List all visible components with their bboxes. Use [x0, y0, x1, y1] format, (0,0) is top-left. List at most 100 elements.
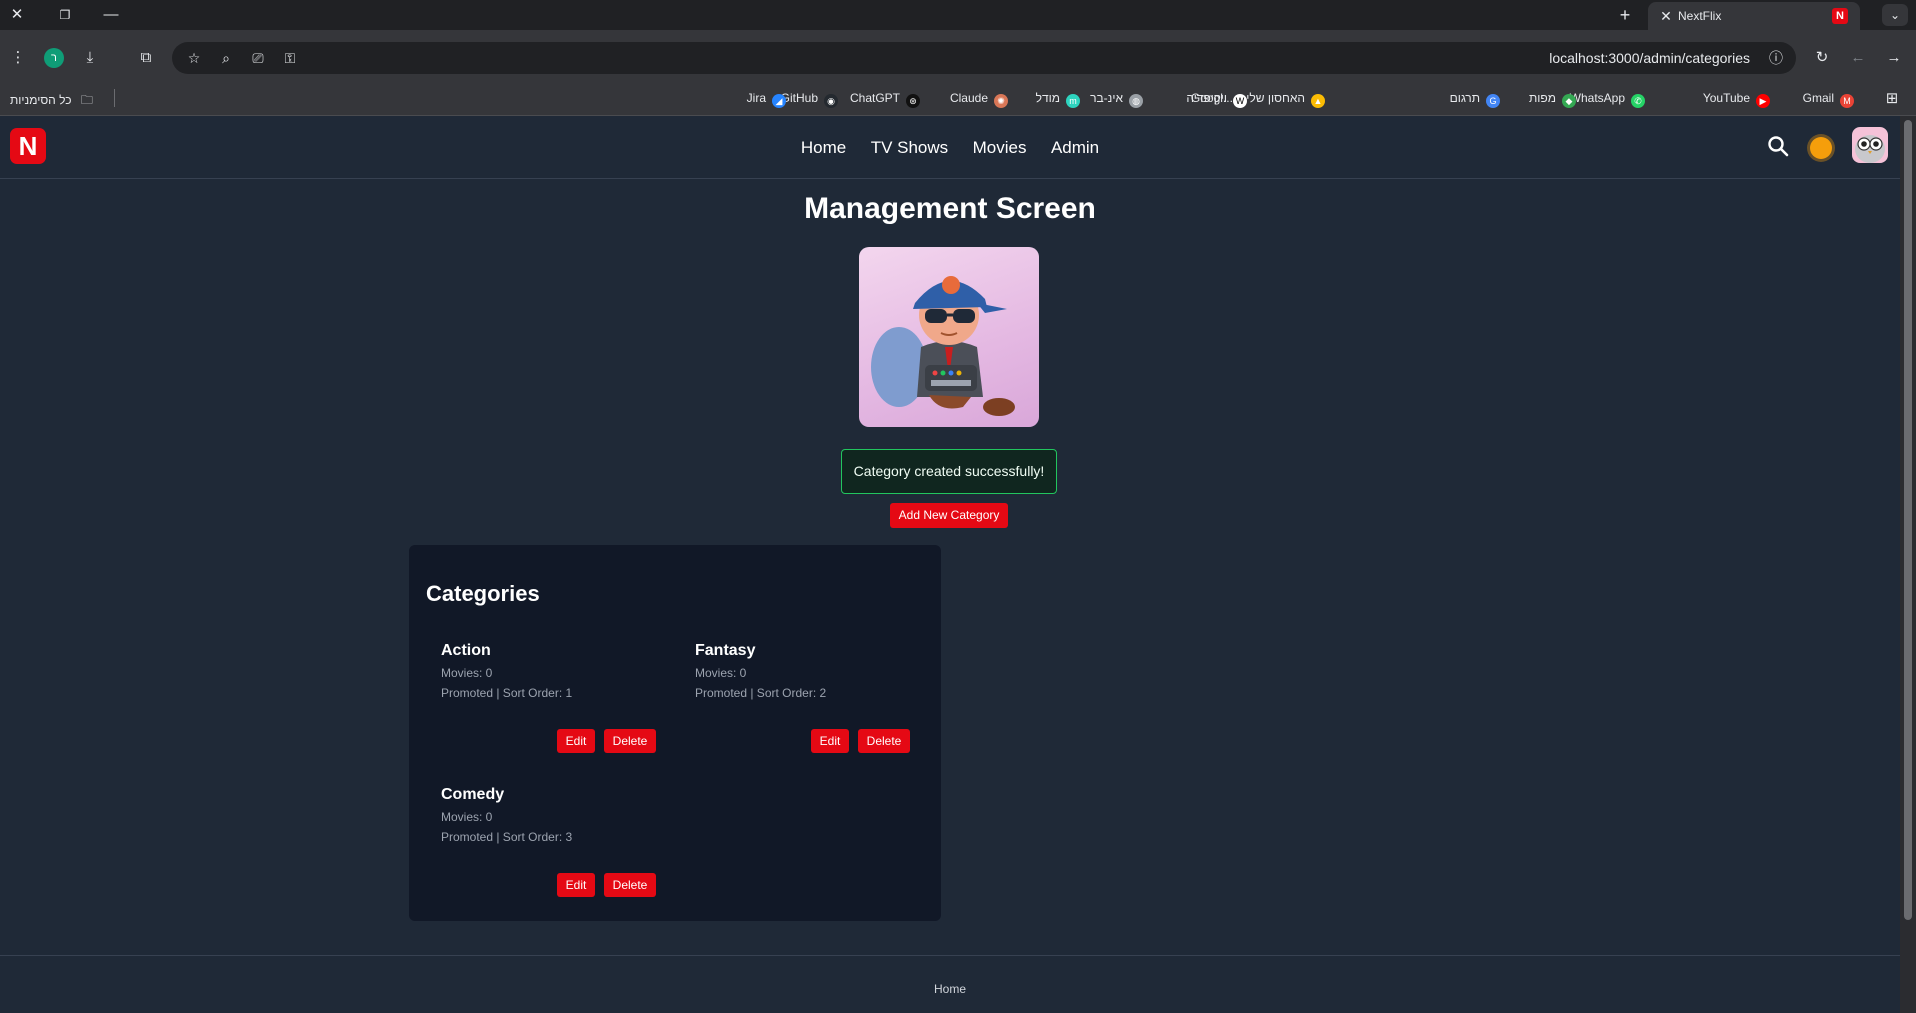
translate-icon: G: [1486, 94, 1500, 108]
category-movies-count: Movies: 0: [695, 666, 747, 680]
cartoon-kid-gamer-image: [871, 276, 1015, 416]
moodle-icon: m: [1066, 94, 1080, 108]
search-icon[interactable]: [1766, 134, 1790, 158]
edit-category-button[interactable]: Edit: [811, 729, 849, 753]
bookmark-globe[interactable]: אינ-בר ◍: [1090, 91, 1143, 108]
url-text[interactable]: localhost:3000/admin/categories: [1549, 50, 1750, 66]
tab-title: NextFlix: [1678, 9, 1722, 23]
page-viewport: N Home TV Shows Movies Admin Management …: [0, 116, 1900, 1013]
whatsapp-icon: ✆: [1631, 94, 1645, 108]
admin-hero-image: [859, 247, 1039, 427]
password-key-icon[interactable]: ⚿: [278, 46, 302, 70]
nav-home[interactable]: Home: [801, 138, 846, 158]
user-avatar[interactable]: [1852, 127, 1888, 163]
category-name: Fantasy: [695, 642, 756, 659]
category-name: Comedy: [441, 786, 505, 803]
category-card-fantasy: Fantasy Movies: 0 Promoted | Sort Order:…: [695, 642, 920, 753]
browser-tab-strip: ✕ ❐ — + ✕ NextFlix N ⌄: [0, 0, 1916, 30]
bookmarks-bar: כל הסימניות 🗀 Gmail M YouTube ▶ WhatsApp ✆ מפו…: [0, 82, 1916, 116]
downloads-icon[interactable]: ⤓: [78, 46, 102, 70]
footer-home-link[interactable]: Home: [0, 982, 1900, 996]
bookmark-label: GitHub: [780, 91, 818, 105]
new-tab-icon[interactable]: +: [1614, 4, 1636, 26]
tab-close-icon[interactable]: ✕: [1656, 6, 1676, 26]
bookmark-label: WhatsApp: [1569, 91, 1625, 105]
cast-icon[interactable]: ⎚: [246, 46, 270, 70]
address-bar[interactable]: ☆ ⌕ ⎚ ⚿ localhost:3000/admin/categories …: [172, 42, 1796, 74]
bookmark-github[interactable]: GitHub ◉: [781, 91, 838, 108]
forward-icon[interactable]: →: [1882, 46, 1906, 70]
category-movies-count: Movies: 0: [441, 810, 493, 824]
back-icon[interactable]: ←: [1846, 46, 1870, 70]
browser-menu-icon[interactable]: ⋮: [6, 46, 30, 70]
bookmark-label: YouTube: [1702, 91, 1750, 105]
delete-category-button[interactable]: Delete: [858, 729, 910, 753]
chatgpt-icon: ⊛: [906, 94, 920, 108]
youtube-icon: ▶: [1756, 94, 1770, 108]
scrollbar-thumb[interactable]: [1904, 120, 1912, 920]
gmail-icon: M: [1840, 94, 1854, 108]
folder-icon: 🗀: [80, 93, 93, 107]
minimize-window-icon[interactable]: —: [100, 4, 122, 26]
owl-avatar-icon: [1855, 135, 1885, 163]
claude-icon: ✺: [994, 94, 1008, 108]
drive-icon: ▲: [1311, 94, 1325, 108]
theme-toggle-sun-icon[interactable]: [1810, 137, 1832, 159]
bookmark-youtube[interactable]: YouTube ▶: [1703, 91, 1770, 108]
bookmark-chatgpt[interactable]: ChatGPT ⊛: [850, 91, 920, 108]
site-info-icon[interactable]: ⓘ: [1764, 46, 1788, 70]
add-new-category-button[interactable]: Add New Category: [890, 503, 1008, 528]
edit-category-button[interactable]: Edit: [557, 729, 595, 753]
bookmark-label: אינ-בר: [1090, 91, 1123, 105]
page-scrollbar[interactable]: [1900, 116, 1916, 1013]
categories-heading: Categories: [426, 581, 540, 606]
category-movies-count: Movies: 0: [441, 666, 493, 680]
bookmark-separator: [114, 89, 115, 107]
browser-tab[interactable]: ✕ NextFlix N: [1648, 2, 1860, 30]
category-meta: Promoted | Sort Order: 2: [695, 686, 827, 700]
restore-window-icon[interactable]: ❐: [54, 4, 76, 26]
wikipedia-icon: W: [1233, 94, 1247, 108]
bookmark-wikipedia[interactable]: ויקיפדיה W: [1186, 91, 1247, 108]
bookmark-gmail[interactable]: Gmail M: [1803, 91, 1854, 108]
site-footer: Home: [0, 955, 1900, 1013]
edit-category-button[interactable]: Edit: [557, 873, 595, 897]
category-meta: Promoted | Sort Order: 1: [441, 686, 573, 700]
category-name: Action: [441, 642, 491, 659]
zoom-icon[interactable]: ⌕: [214, 46, 238, 70]
apps-grid-icon[interactable]: ⊞: [1880, 87, 1904, 111]
close-window-icon[interactable]: ✕: [6, 4, 28, 26]
nav-tv-shows[interactable]: TV Shows: [871, 138, 948, 158]
bookmark-star-icon[interactable]: ☆: [182, 46, 206, 70]
reload-icon[interactable]: ↻: [1810, 46, 1834, 70]
nav-admin[interactable]: Admin: [1051, 138, 1099, 158]
all-bookmarks-label: כל הסימניות: [10, 93, 72, 107]
maps-icon: ◆: [1562, 94, 1576, 108]
delete-category-button[interactable]: Delete: [604, 873, 656, 897]
category-card-action: Action Movies: 0 Promoted | Sort Order: …: [441, 642, 666, 753]
delete-category-button[interactable]: Delete: [604, 729, 656, 753]
bookmark-label: Jira: [746, 91, 766, 105]
categories-panel: Categories Action Movies: 0 Promoted | S…: [409, 545, 941, 921]
tab-search-icon[interactable]: ⌄: [1882, 4, 1908, 26]
bookmark-label: מפות: [1529, 91, 1556, 105]
bookmark-maps[interactable]: מפות ◆: [1529, 91, 1576, 108]
profile-avatar[interactable]: ר: [44, 48, 64, 68]
nav-movies[interactable]: Movies: [973, 138, 1027, 158]
bookmark-label: תרגום: [1449, 91, 1480, 105]
github-icon: ◉: [824, 94, 838, 108]
all-bookmarks[interactable]: כל הסימניות 🗀: [10, 91, 93, 112]
success-alert: Category created successfully!: [841, 449, 1057, 494]
page-title: Management Screen: [804, 192, 1096, 225]
bookmark-moodle[interactable]: מודל m: [1036, 91, 1080, 108]
nav-links: Home TV Shows Movies Admin: [0, 138, 1900, 158]
bookmark-whatsapp[interactable]: WhatsApp ✆: [1570, 91, 1645, 108]
extensions-icon[interactable]: ⧉: [134, 46, 158, 70]
globe-icon: ◍: [1129, 94, 1143, 108]
bookmark-claude[interactable]: Claude ✺: [950, 91, 1008, 108]
jira-icon: ◢: [772, 94, 786, 108]
bookmark-label: מודל: [1035, 91, 1060, 105]
bookmark-translate[interactable]: תרגום G: [1450, 91, 1500, 108]
site-navbar: N Home TV Shows Movies Admin: [0, 116, 1900, 179]
bookmark-jira[interactable]: Jira ◢: [747, 91, 786, 108]
